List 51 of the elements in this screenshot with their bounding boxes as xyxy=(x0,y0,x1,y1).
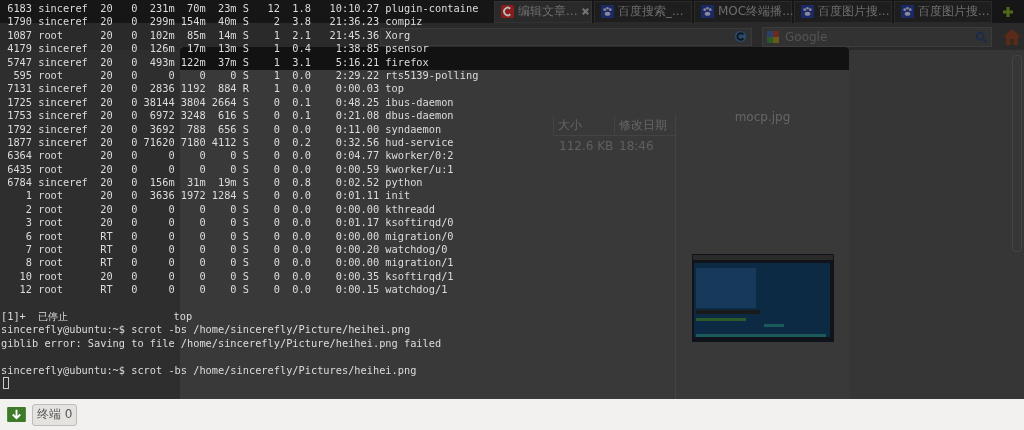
process-row-text: 2 root 20 0 0 0 0 S 0 0.0 0:00.00 kthreadd xyxy=(24,202,435,217)
cursor xyxy=(3,376,9,389)
address-field[interactable] xyxy=(380,27,752,46)
terminal-line: [1]+ 已停止 top xyxy=(1,310,193,324)
process-row-text: 12 root RT 0 0 0 0 S 0 0.0 0:00.15 watchdog/1 xyxy=(18,283,448,297)
arc-icon xyxy=(501,5,514,18)
browser-tab[interactable]: MOC终端播... xyxy=(694,0,792,23)
browser-tab[interactable]: 百度图片搜... xyxy=(894,0,992,23)
process-row-text: 8 root RT 0 0 0 0 S 0 0.0 0:00.00 migration/1 xyxy=(24,256,454,270)
terminal-line: giblib error: Saving to file /home/sincerefly/Picture/heihei.png failed xyxy=(1,336,442,351)
process-row-text: 6784 sinceref 20 0 156m 31m 19m S 0 0.8 0:02.52 python xyxy=(6,176,423,190)
process-row-text: 10 root 20 0 0 0 0 S 0 0.0 0:00.35 ksoftirqd/1 xyxy=(18,269,454,284)
terminal-line: sincerefly@ubuntu:~$ scrot -bs /home/sincerefly/Pictures/heihei.png xyxy=(1,363,417,377)
colored-squares-icon xyxy=(767,30,779,43)
terminal-taskbar-button[interactable]: 终端 0 xyxy=(32,403,78,426)
home-icon[interactable] xyxy=(1002,27,1022,46)
tab-label: 百度搜索_... xyxy=(618,3,684,20)
process-row-text: 7131 sinceref 20 0 2836 1192 884 R 1 0.0 0:00.03 top xyxy=(6,82,404,96)
process-row-text: 1725 sinceref 20 0 38144 3804 2664 S 0 0.1 0:48.25 ibus-daemon xyxy=(6,95,454,110)
process-row-text: 1877 sinceref 20 0 71620 7180 4112 S 0 0.2 0:32.56 hud-service xyxy=(6,135,454,150)
download-icon[interactable] xyxy=(7,407,26,422)
paw-icon xyxy=(801,5,814,18)
process-row-text: 6435 root 20 0 0 0 0 S 0 0.0 0:00.59 kworker/u:1 xyxy=(6,162,454,177)
paw-icon xyxy=(601,5,614,18)
tab-label: 百度图片搜... xyxy=(818,3,890,20)
plus-icon[interactable] xyxy=(1002,5,1014,18)
terminal-line: sincerefly@ubuntu:~$ scrot -bs /home/sincerefly/Picture/heihei.png xyxy=(1,323,411,337)
tab-label: 编辑文章... xyxy=(518,3,578,20)
process-row-text: 4179 sinceref 20 0 126m 17m 13m S 1 0.4 1:38.85 psensor xyxy=(6,42,429,56)
search-icon[interactable] xyxy=(975,30,987,43)
reload-icon[interactable] xyxy=(734,30,747,43)
process-row-text: 6 root RT 0 0 0 0 S 0 0.0 0:00.00 migration/0 xyxy=(24,229,454,244)
browser-tab[interactable]: 百度图片搜... xyxy=(794,0,892,23)
paw-icon xyxy=(701,5,714,18)
process-row-text: 1087 root 20 0 102m 85m 14m S 1 2.1 21:45.36 Xorg xyxy=(6,28,411,43)
process-row-text: 7 root RT 0 0 0 0 S 0 0.0 0:00.20 watchdog/0 xyxy=(24,243,448,257)
tab-label: MOC终端播... xyxy=(718,3,794,20)
process-row-text: 595 root 20 0 0 0 0 S 1 0.0 2:29.22 rts5139-polling xyxy=(12,68,479,83)
tab-label: 百度图片搜... xyxy=(918,3,990,20)
process-row-text: 1 root 20 0 3636 1972 1284 S 0 0.0 0:01.11 init xyxy=(24,189,411,203)
browser-tab[interactable]: 百度搜索_... xyxy=(594,0,692,23)
process-row-text: 1753 sinceref 20 0 6972 3248 616 S 0 0.1 0:21.08 dbus-daemon xyxy=(6,109,454,123)
browser-tab[interactable]: 编辑文章... xyxy=(494,0,592,23)
paw-icon xyxy=(901,5,914,18)
process-row-text: 5747 sinceref 20 0 493m 122m 37m S 1 3.1 5:16.21 firefox xyxy=(6,55,429,69)
process-row-text: 6364 root 20 0 0 0 0 S 0 0.0 0:04.77 kworker/0:2 xyxy=(6,149,454,163)
process-row-text: 3 root 20 0 0 0 0 S 0 0.0 0:01.17 ksoftirqd/0 xyxy=(24,216,454,230)
close-icon[interactable] xyxy=(581,7,591,16)
process-row-text: 1790 sinceref 20 0 299m 154m 40m S 2 3.8 21:36.23 compiz xyxy=(6,15,423,29)
process-row-text: 6183 sinceref 20 0 231m 70m 23m S 12 1.8 10:10.27 plugin-containe xyxy=(6,2,479,16)
process-row-text: 1792 sinceref 20 0 3692 788 656 S 0 0.0 0:11.00 syndaemon xyxy=(6,122,442,136)
